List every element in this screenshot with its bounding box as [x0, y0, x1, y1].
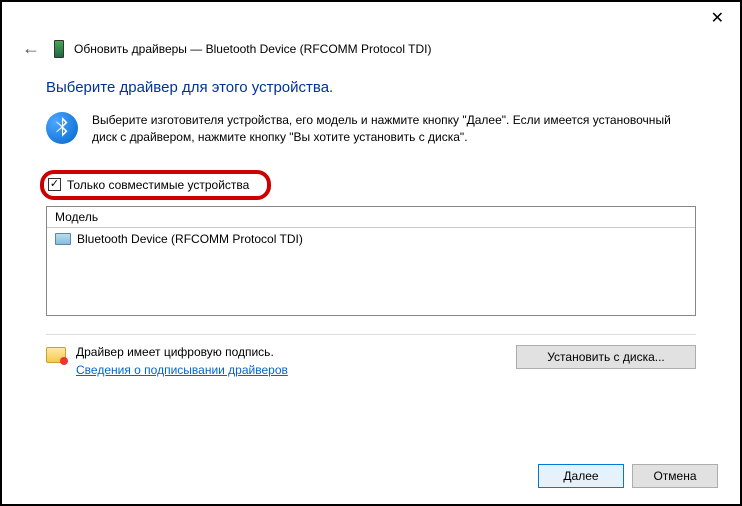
back-button[interactable]: ←	[18, 36, 44, 61]
install-from-disk-button[interactable]: Установить с диска...	[516, 345, 696, 369]
model-list-header[interactable]: Модель	[47, 207, 695, 228]
cancel-button[interactable]: Отмена	[632, 464, 718, 488]
close-button[interactable]: ✕	[703, 6, 732, 30]
dialog-window: ✕ ← Обновить драйверы — Bluetooth Device…	[0, 0, 742, 506]
bluetooth-icon	[46, 112, 78, 144]
model-list-item-label: Bluetooth Device (RFCOMM Protocol TDI)	[77, 232, 303, 246]
driver-item-icon	[55, 233, 71, 245]
info-row: Выберите изготовителя устройства, его мо…	[46, 112, 696, 146]
signature-row: Драйвер имеет цифровую подпись. Сведения…	[46, 334, 696, 377]
device-icon	[54, 40, 64, 58]
content-area: Выберите драйвер для этого устройства. В…	[2, 69, 740, 377]
compatible-only-label: Только совместимые устройства	[67, 178, 249, 192]
signature-text: Драйвер имеет цифровую подпись.	[76, 345, 506, 359]
signature-info-link[interactable]: Сведения о подписывании драйверов	[76, 363, 288, 377]
header: ← Обновить драйверы — Bluetooth Device (…	[2, 36, 740, 69]
next-button[interactable]: Далее	[538, 464, 624, 488]
titlebar: ✕	[2, 2, 740, 36]
model-list-item[interactable]: Bluetooth Device (RFCOMM Protocol TDI)	[47, 228, 695, 250]
certificate-icon	[46, 347, 66, 363]
dialog-title: Обновить драйверы — Bluetooth Device (RF…	[74, 42, 431, 56]
model-list[interactable]: Модель Bluetooth Device (RFCOMM Protocol…	[46, 206, 696, 316]
info-text: Выберите изготовителя устройства, его мо…	[92, 112, 696, 146]
compatible-only-highlight: ✓ Только совместимые устройства	[40, 170, 271, 200]
compatible-only-checkbox[interactable]: ✓	[48, 178, 61, 191]
footer-buttons: Далее Отмена	[538, 464, 718, 488]
page-heading: Выберите драйвер для этого устройства.	[46, 79, 696, 96]
signature-text-block: Драйвер имеет цифровую подпись. Сведения…	[76, 345, 506, 377]
